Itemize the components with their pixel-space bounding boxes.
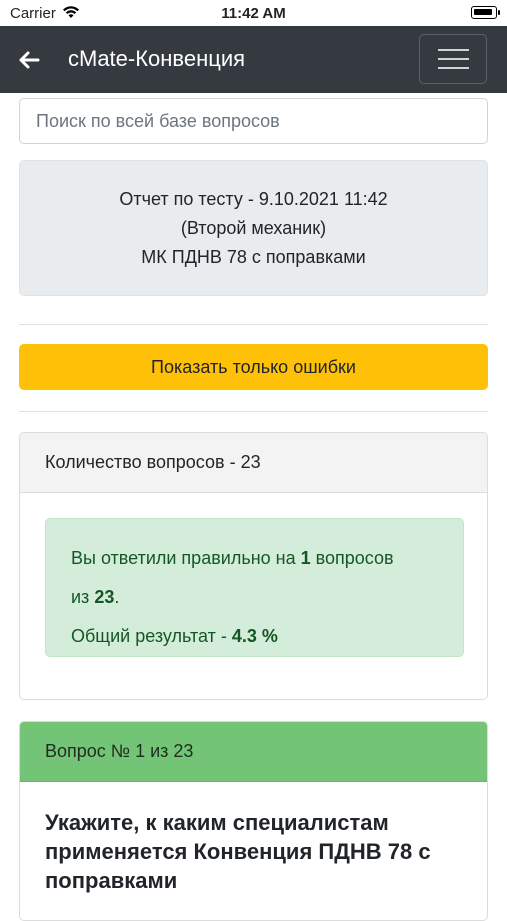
hamburger-menu-button[interactable] bbox=[419, 34, 487, 84]
report-info-box: Отчет по тесту - 9.10.2021 11:42 (Второй… bbox=[19, 160, 488, 296]
report-title: Отчет по тесту - 9.10.2021 11:42 bbox=[119, 189, 388, 209]
show-errors-only-button[interactable]: Показать только ошибки bbox=[19, 344, 488, 390]
back-arrow-icon[interactable] bbox=[12, 43, 46, 77]
question-card: Вопрос № 1 из 23 Укажите, к каким специа… bbox=[19, 721, 488, 921]
question-count-header: Количество вопросов - 23 bbox=[20, 433, 487, 493]
of-prefix: из bbox=[71, 587, 95, 607]
battery-icon bbox=[471, 6, 500, 19]
summary-card: Количество вопросов - 23 Вы ответили пра… bbox=[19, 432, 488, 700]
result-prefix: Общий результат - bbox=[71, 626, 232, 646]
question-text: Укажите, к каким специалистам применяетс… bbox=[45, 810, 431, 893]
of-suffix: . bbox=[114, 587, 120, 607]
divider bbox=[19, 411, 488, 412]
answered-suffix: вопросов bbox=[310, 548, 394, 568]
report-convention: МК ПДНВ 78 с поправками bbox=[141, 247, 366, 267]
divider bbox=[19, 324, 488, 325]
hamburger-icon bbox=[438, 49, 469, 51]
total-count: 23 bbox=[94, 587, 115, 607]
navbar: cMate-Конвенция bbox=[0, 26, 507, 93]
result-alert: Вы ответили правильно на 1 вопросов из 2… bbox=[45, 518, 464, 657]
status-bar: Carrier 11:42 AM bbox=[0, 0, 507, 26]
status-time: 11:42 AM bbox=[221, 5, 286, 22]
search-input[interactable] bbox=[19, 98, 488, 144]
app-title: cMate-Конвенция bbox=[68, 46, 246, 71]
result-percent: 4.3 % bbox=[231, 626, 278, 646]
correct-count: 1 bbox=[300, 548, 311, 568]
answered-prefix: Вы ответили правильно на bbox=[71, 548, 301, 568]
question-number-header: Вопрос № 1 из 23 bbox=[20, 722, 487, 782]
report-position: (Второй механик) bbox=[180, 218, 327, 238]
